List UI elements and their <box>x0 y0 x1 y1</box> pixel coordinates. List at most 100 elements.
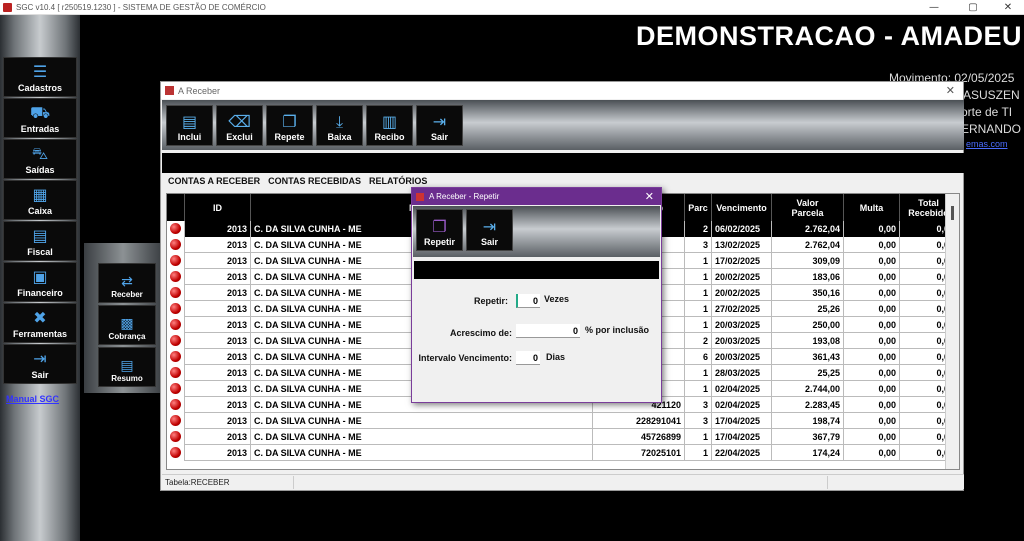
cell-doc: 45726899 <box>593 429 685 445</box>
status-dot-icon <box>170 287 181 298</box>
sidebar-item-label: Entradas <box>20 124 60 134</box>
cell-venc: 20/03/2025 <box>712 317 772 333</box>
status-table: Tabela:RECEBER <box>162 475 294 489</box>
cell-id: 2013 <box>185 381 251 397</box>
repete-button[interactable]: ❐ Repete <box>266 105 313 146</box>
cell-id: 2013 <box>185 317 251 333</box>
sidebar-item-label: Fiscal <box>27 247 53 257</box>
cell-valor: 2.762,04 <box>772 221 844 237</box>
cell-parc: 1 <box>685 317 712 333</box>
column-header[interactable]: Vencimento <box>712 194 772 221</box>
dialog-icon <box>416 192 424 201</box>
window-icon <box>165 86 174 95</box>
manual-link[interactable]: Manual SGC <box>6 394 59 404</box>
column-header[interactable]: ID <box>185 194 251 221</box>
status-panel-2 <box>294 475 828 489</box>
flyout-item-cobranca[interactable]: ▩ Cobrança <box>98 305 156 345</box>
status-dot-icon <box>170 399 181 410</box>
column-header[interactable]: Multa <box>844 194 900 221</box>
scrollbar-thumb[interactable] <box>951 206 954 220</box>
dialog-close-button[interactable]: ✕ <box>645 190 654 203</box>
window-close-button[interactable]: ✕ <box>946 84 955 97</box>
sidebar-item-label: Caixa <box>27 206 53 216</box>
cell-valor: 198,74 <box>772 413 844 429</box>
flyout-item-receber[interactable]: ⇄ Receber <box>98 263 156 303</box>
cell-multa: 0,00 <box>844 445 900 461</box>
header-link[interactable]: emas.com <box>966 139 1008 149</box>
sair-button[interactable]: ⇥ Sair <box>416 105 463 146</box>
acrescimo-input[interactable] <box>516 324 580 338</box>
column-header[interactable]: Valor Parcela <box>772 194 844 221</box>
column-header[interactable]: Parc <box>685 194 712 221</box>
status-dot-icon <box>170 447 181 458</box>
cell-venc: 22/04/2025 <box>712 445 772 461</box>
cell-parc: 2 <box>685 221 712 237</box>
window-title: A Receber <box>178 85 221 96</box>
cell-valor: 25,26 <box>772 301 844 317</box>
cell-multa: 0,00 <box>844 333 900 349</box>
recibo-button[interactable]: ▥ Recibo <box>366 105 413 146</box>
column-header[interactable] <box>167 194 185 221</box>
dialog-sair-button[interactable]: ⇥ Sair <box>466 209 513 251</box>
cell-multa: 0,00 <box>844 413 900 429</box>
cell-id: 2013 <box>185 221 251 237</box>
sidebar-item-caixa[interactable]: ▦ Caixa <box>3 180 77 220</box>
vertical-scrollbar[interactable] <box>945 194 959 469</box>
sidebar-item-sair[interactable]: ⇥ Sair <box>3 344 77 384</box>
cell-multa: 0,00 <box>844 381 900 397</box>
cell-id: 2013 <box>185 237 251 253</box>
maximize-button[interactable]: ▢ <box>955 0 991 15</box>
cell-id: 2013 <box>185 429 251 445</box>
status-dot-cell <box>167 237 185 253</box>
sidebar-item-saidas[interactable]: ⛍ Saídas <box>3 139 77 179</box>
header-line-3: ERNANDO <box>961 122 1022 136</box>
minimize-button[interactable]: — <box>916 0 952 15</box>
tab-contas-recebidas[interactable]: CONTAS RECEBIDAS <box>267 176 362 190</box>
table-row[interactable]: 2013 C. DA SILVA CUNHA - ME 72025101 1 22/04… <box>167 445 958 461</box>
exit-icon: ⇥ <box>33 349 47 368</box>
button-label: Sair <box>430 132 448 142</box>
sidebar-item-cadastros[interactable]: ☰ Cadastros <box>3 57 77 97</box>
cell-parc: 1 <box>685 301 712 317</box>
button-label: Repete <box>274 132 305 142</box>
inclui-button[interactable]: ▤ Inclui <box>166 105 213 146</box>
financeiro-flyout: ⇄ Receber ▩ Cobrança ▤ Resumo <box>84 243 162 393</box>
sidebar-item-label: Sair <box>31 370 49 380</box>
baixa-button[interactable]: ⤓ Baixa <box>316 105 363 146</box>
sidebar-item-entradas[interactable]: ⛟ Entradas <box>3 98 77 138</box>
status-dot-icon <box>170 367 181 378</box>
repetir-input[interactable] <box>516 294 540 308</box>
sidebar: ☰ Cadastros ⛟ Entradas ⛍ Saídas ▦ Caixa … <box>0 15 80 541</box>
sidebar-item-fiscal[interactable]: ▤ Fiscal <box>3 221 77 261</box>
flyout-item-label: Receber <box>111 290 143 299</box>
sidebar-item-financeiro[interactable]: ▣ Financeiro <box>3 262 77 302</box>
status-dot-icon <box>170 223 181 234</box>
cell-parc: 1 <box>685 445 712 461</box>
cell-valor: 309,09 <box>772 253 844 269</box>
repetir-button[interactable]: ❐ Repetir <box>416 209 463 251</box>
status-dot-cell <box>167 381 185 397</box>
sidebar-item-ferramentas[interactable]: ✖ Ferramentas <box>3 303 77 343</box>
cell-valor: 2.744,00 <box>772 381 844 397</box>
flyout-item-label: Cobrança <box>108 332 146 341</box>
cell-venc: 20/03/2025 <box>712 333 772 349</box>
close-button[interactable]: ✕ <box>990 0 1024 15</box>
exclui-button[interactable]: ⌫ Exclui <box>216 105 263 146</box>
flyout-item-resumo[interactable]: ▤ Resumo <box>98 347 156 387</box>
status-dot-cell <box>167 333 185 349</box>
table-row[interactable]: 2013 C. DA SILVA CUNHA - ME 228291041 3 17/0… <box>167 413 958 429</box>
intervalo-unit: Dias <box>546 352 566 362</box>
intervalo-input[interactable] <box>516 351 540 365</box>
tab-contas-a-receber[interactable]: CONTAS A RECEBER <box>167 176 261 190</box>
cell-venc: 17/04/2025 <box>712 413 772 429</box>
status-dot-icon <box>170 303 181 314</box>
dialog-title: A Receber - Repetir <box>429 192 500 201</box>
table-row[interactable]: 2013 C. DA SILVA CUNHA - ME 45726899 1 17/04… <box>167 429 958 445</box>
cell-id: 2013 <box>185 253 251 269</box>
collection-icon: ▩ <box>120 316 134 332</box>
repetir-label: Repetir: <box>473 296 508 306</box>
status-dot-icon <box>170 383 181 394</box>
acrescimo-label: Acrescimo de: <box>449 328 512 338</box>
cell-valor: 367,79 <box>772 429 844 445</box>
tab-strip: CONTAS A RECEBER CONTAS RECEBIDAS RELATÓ… <box>167 176 428 190</box>
